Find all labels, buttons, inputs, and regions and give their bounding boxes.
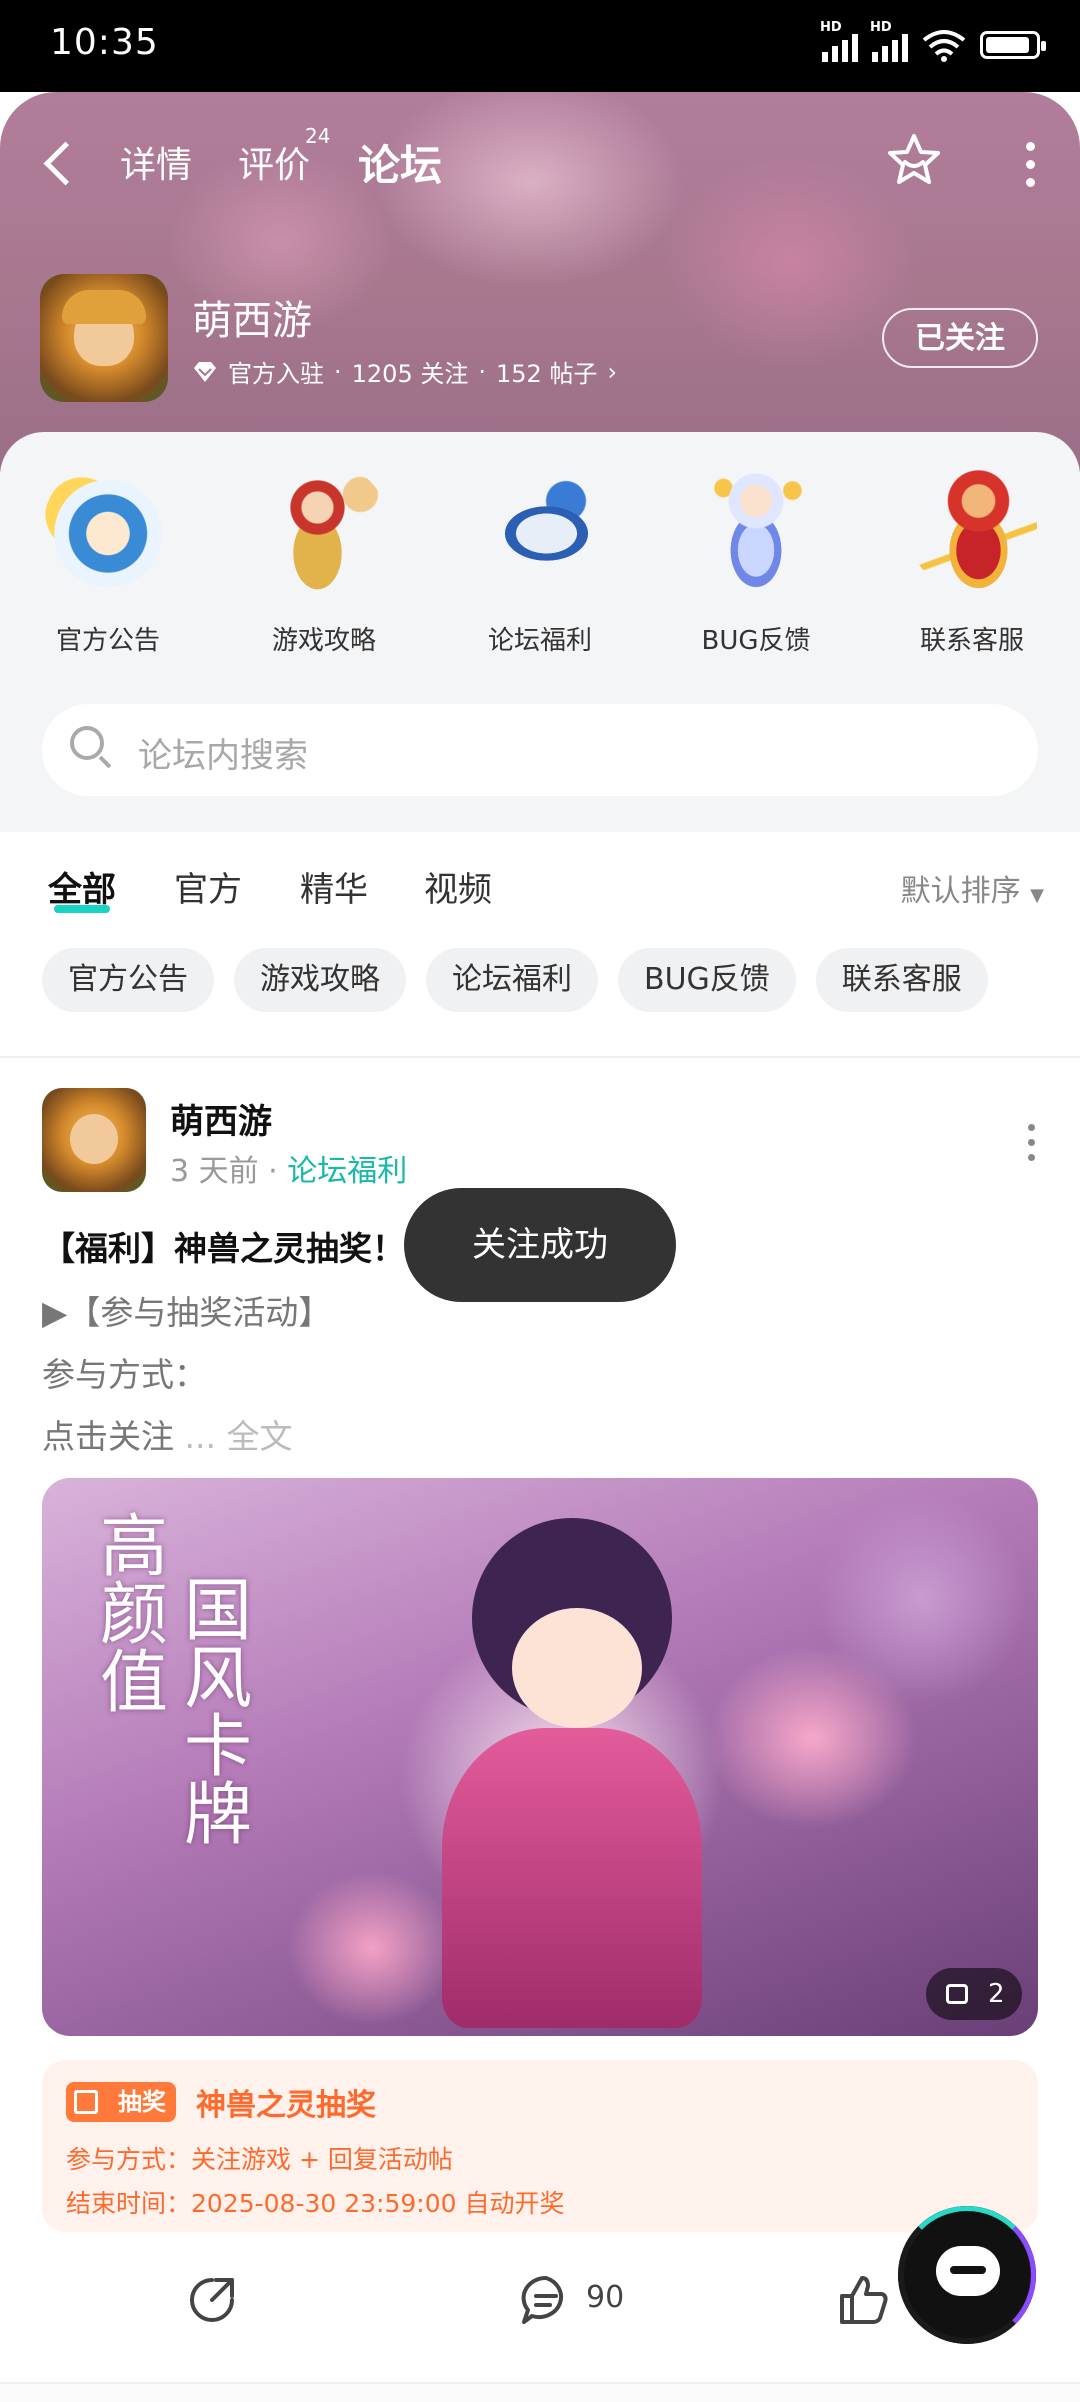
category-bug-report[interactable]: BUG反馈 xyxy=(648,462,864,657)
post-excerpt-line: 点击关注 ... 全文 xyxy=(42,1410,292,1458)
post-category-link[interactable]: 论坛福利 xyxy=(287,1154,407,1189)
post-more-icon[interactable] xyxy=(1028,1124,1036,1169)
divider xyxy=(0,1056,1080,1058)
post-excerpt-line: 参与方式： xyxy=(42,1355,207,1394)
battery-icon xyxy=(980,31,1046,59)
category-character-image xyxy=(43,462,173,592)
hd-label-2: HD xyxy=(870,20,892,35)
tab-forum[interactable]: 论坛 xyxy=(358,132,443,193)
top-nav: 详情 评价 24 论坛 xyxy=(0,124,1080,212)
category-character-image xyxy=(475,462,605,592)
category-label: 论坛福利 xyxy=(487,626,592,656)
category-character-image xyxy=(907,462,1037,592)
post-banner-image[interactable]: 高颜值 国风卡牌 2 xyxy=(42,1478,1038,2036)
category-official-announcement[interactable]: 官方公告 xyxy=(0,462,216,657)
game-header: 详情 评价 24 论坛 萌西游 官方入驻 · 1205 关注 · 152 帖子 … xyxy=(0,92,1080,472)
chip-forum-benefits[interactable]: 论坛福利 xyxy=(426,948,598,1012)
category-label: 联系客服 xyxy=(919,626,1024,656)
like-thumb-icon[interactable] xyxy=(838,2274,890,2326)
tab-all[interactable]: 全部 xyxy=(48,862,116,913)
category-character-image xyxy=(259,462,389,592)
share-icon[interactable] xyxy=(186,2274,238,2326)
post-excerpt-line: ▶【参与抽奖活动】 xyxy=(42,1293,332,1332)
caret-down-icon: ▼ xyxy=(1030,885,1044,906)
game-name: 萌西游 xyxy=(192,298,312,344)
tab-video[interactable]: 视频 xyxy=(424,862,492,911)
toast-follow-success: 关注成功 xyxy=(404,1188,676,1302)
game-meta: 官方入驻 · 1205 关注 · 152 帖子 › xyxy=(192,354,617,389)
sort-dropdown[interactable]: 默认排序 ▼ xyxy=(901,866,1044,910)
chip-official-announcement[interactable]: 官方公告 xyxy=(42,948,214,1012)
comment-count[interactable]: 90 xyxy=(586,2280,624,2315)
banner-character-dress xyxy=(442,1728,702,2028)
tab-official[interactable]: 官方 xyxy=(174,862,242,911)
image-count-badge: 2 xyxy=(926,1968,1022,2020)
category-label: BUG反馈 xyxy=(701,626,811,656)
game-icon xyxy=(40,274,168,402)
chip-game-guide[interactable]: 游戏攻略 xyxy=(234,948,406,1012)
read-more-link[interactable]: ... 全文 xyxy=(185,1417,293,1456)
next-post-edge xyxy=(0,2382,1080,2402)
image-icon xyxy=(946,1984,968,2004)
category-label: 游戏攻略 xyxy=(271,626,376,656)
category-row: 官方公告 游戏攻略 论坛福利 BUG反馈 联系客服 xyxy=(0,462,1080,657)
forum-category-panel: 官方公告 游戏攻略 论坛福利 BUG反馈 联系客服 论坛内搜索 xyxy=(0,432,1080,832)
chip-bug-report[interactable]: BUG反馈 xyxy=(618,948,796,1012)
category-chips: 官方公告 游戏攻略 论坛福利 BUG反馈 联系客服 xyxy=(42,948,988,1012)
search-icon xyxy=(70,726,104,760)
avatar[interactable] xyxy=(42,1088,146,1192)
feed-tabs: 全部 官方 精华 视频 默认排序 ▼ xyxy=(0,856,1080,916)
wifi-icon xyxy=(922,30,966,62)
category-label: 官方公告 xyxy=(55,626,160,656)
review-count-badge: 24 xyxy=(305,124,331,148)
tab-featured[interactable]: 精华 xyxy=(300,862,368,911)
post-time: 3 天前 xyxy=(170,1154,259,1189)
status-time: 10:35 xyxy=(50,22,159,63)
back-arrow-icon[interactable] xyxy=(43,141,88,186)
chevron-right-icon[interactable]: › xyxy=(607,358,617,386)
post-count[interactable]: 152 帖子 xyxy=(496,354,597,389)
tab-details[interactable]: 详情 xyxy=(120,136,192,188)
tab-reviews[interactable]: 评价 xyxy=(238,136,310,188)
lottery-tag-label: 抽奖 xyxy=(118,2088,166,2116)
chip-customer-service[interactable]: 联系客服 xyxy=(815,948,988,1012)
post-excerpt-text: 点击关注 xyxy=(42,1417,174,1456)
meta-dot: · xyxy=(334,357,342,386)
banner-character-face xyxy=(512,1608,642,1728)
comment-icon[interactable] xyxy=(520,2274,572,2326)
lottery-end-time: 结束时间：2025-08-30 23:59:00 自动开奖 xyxy=(66,2189,565,2218)
chat-assistant-fab[interactable] xyxy=(898,2206,1036,2344)
category-game-guide[interactable]: 游戏攻略 xyxy=(216,462,432,657)
category-forum-benefits[interactable]: 论坛福利 xyxy=(432,462,648,657)
favorite-star-icon[interactable] xyxy=(886,132,942,188)
status-icons: HD HD xyxy=(820,20,1046,62)
meta-dot: · xyxy=(478,357,486,386)
banner-text-right: 国风卡牌 xyxy=(183,1572,252,1855)
meta-dot: · xyxy=(268,1154,288,1189)
diamond-icon xyxy=(194,361,216,382)
banner-text-left: 高颜值 xyxy=(99,1508,168,1723)
search-placeholder: 论坛内搜索 xyxy=(138,736,308,776)
post-meta: 3 天前 · 论坛福利 xyxy=(170,1146,407,1190)
signal-icon-2: HD xyxy=(870,20,908,62)
signal-icon: HD xyxy=(820,20,858,62)
sort-label: 默认排序 xyxy=(900,874,1021,909)
chat-bubble-icon xyxy=(936,2246,1000,2296)
lottery-card[interactable]: 抽奖 神兽之灵抽奖 参与方式：关注游戏 + 回复活动帖 结束时间：2025-08… xyxy=(42,2060,1038,2232)
status-bar: 10:35 HD HD xyxy=(0,0,1080,92)
hd-label: HD xyxy=(820,20,842,35)
lottery-method: 参与方式：关注游戏 + 回复活动帖 xyxy=(66,2145,453,2174)
follow-count[interactable]: 1205 关注 xyxy=(352,354,469,389)
official-label: 官方入驻 xyxy=(228,360,324,388)
post-author[interactable]: 萌西游 xyxy=(170,1094,272,1143)
image-count: 2 xyxy=(988,1979,1005,2009)
forum-search-bar[interactable]: 论坛内搜索 xyxy=(42,704,1038,796)
more-options-icon[interactable] xyxy=(1026,142,1036,196)
post-title[interactable]: 【福利】神兽之灵抽奖！ xyxy=(42,1222,405,1270)
lottery-title: 神兽之灵抽奖 xyxy=(196,2088,376,2123)
category-customer-service[interactable]: 联系客服 xyxy=(864,462,1080,657)
category-character-image xyxy=(691,462,821,592)
follow-button[interactable]: 已关注 xyxy=(882,308,1038,368)
lottery-tag: 抽奖 xyxy=(66,2082,176,2122)
